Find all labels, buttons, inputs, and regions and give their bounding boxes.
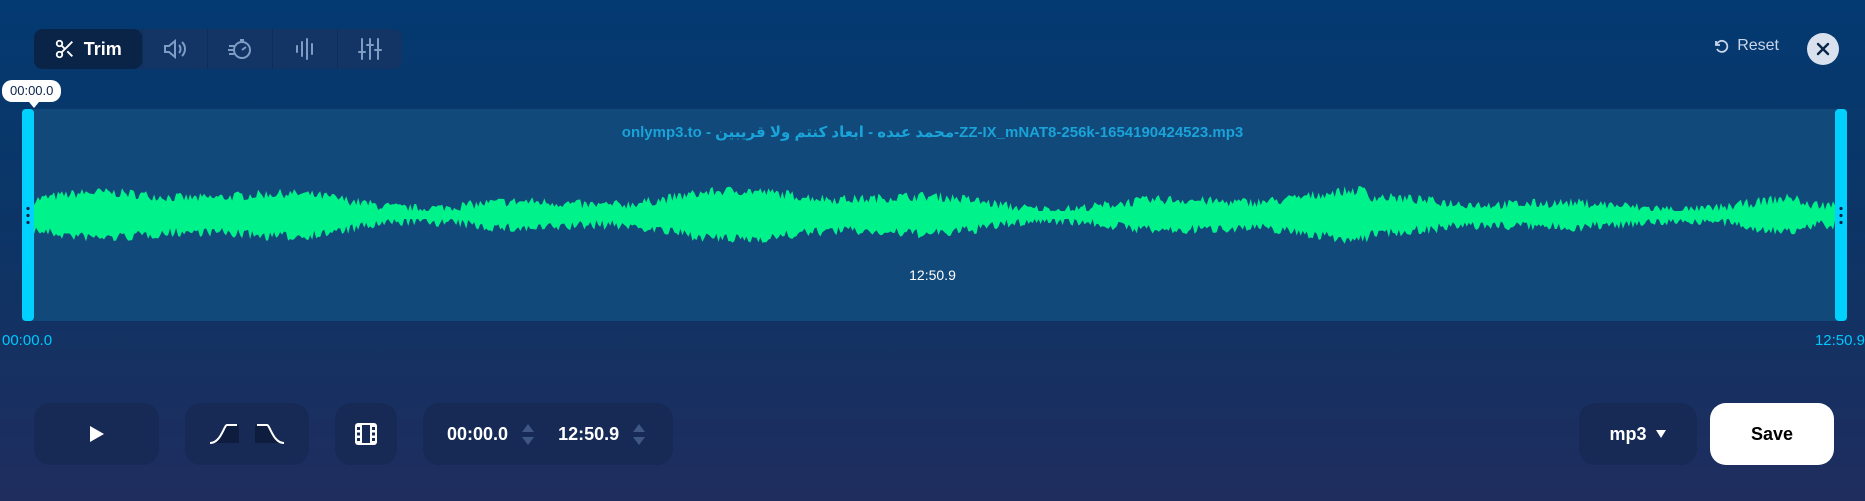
format-select[interactable]: mp3 xyxy=(1579,403,1697,465)
close-button[interactable] xyxy=(1807,33,1839,65)
tab-trim[interactable]: Trim xyxy=(34,29,142,69)
fade-controls xyxy=(185,403,309,465)
speed-icon xyxy=(227,39,251,59)
reset-label: Reset xyxy=(1737,37,1779,54)
file-name: onlymp3.to - محمد عبده - ابعاد كنتم ولا … xyxy=(621,124,1244,141)
increment-icon[interactable] xyxy=(633,423,646,432)
tab-speed[interactable] xyxy=(206,29,272,69)
fit-selection-button[interactable] xyxy=(335,403,397,465)
fade-out-icon[interactable] xyxy=(253,421,287,447)
grip-icon xyxy=(1839,205,1843,225)
reset-icon xyxy=(1715,39,1729,53)
format-value: mp3 xyxy=(1609,423,1647,444)
chevron-down-icon xyxy=(1655,430,1666,438)
scissors-icon xyxy=(55,39,73,59)
reset-button[interactable]: Reset xyxy=(1713,37,1779,55)
increment-icon[interactable] xyxy=(522,423,535,432)
tab-volume[interactable] xyxy=(141,29,207,69)
pitch-icon xyxy=(295,38,313,60)
start-time-stepper[interactable] xyxy=(522,423,535,445)
cursor-time: 00:00.0 xyxy=(2,80,62,108)
film-strip-icon xyxy=(355,423,377,445)
tab-pitch[interactable] xyxy=(271,29,337,69)
tab-equalizer[interactable] xyxy=(336,29,402,69)
tool-tabs: Trim xyxy=(34,29,402,69)
decrement-icon[interactable] xyxy=(633,436,646,445)
end-time-input[interactable]: 12:50.9 xyxy=(558,424,619,445)
end-time-stepper[interactable] xyxy=(633,423,646,445)
tab-trim-label: Trim xyxy=(83,38,122,59)
volume-icon xyxy=(163,38,186,60)
start-time-label: 00:00.0 xyxy=(2,332,53,349)
fade-in-icon[interactable] xyxy=(207,421,241,447)
save-button[interactable]: Save xyxy=(1710,403,1834,465)
start-time-input[interactable]: 00:00.0 xyxy=(447,424,508,445)
selection-duration: 12:50.9 xyxy=(909,267,956,283)
play-button[interactable] xyxy=(34,403,159,465)
close-icon xyxy=(1816,42,1830,56)
equalizer-icon xyxy=(357,38,382,60)
play-icon xyxy=(89,426,104,442)
grip-icon xyxy=(26,205,30,225)
decrement-icon[interactable] xyxy=(522,436,535,445)
time-inputs: 00:00.0 12:50.9 xyxy=(423,403,673,465)
end-time-label: 12:50.9 xyxy=(1814,332,1865,349)
